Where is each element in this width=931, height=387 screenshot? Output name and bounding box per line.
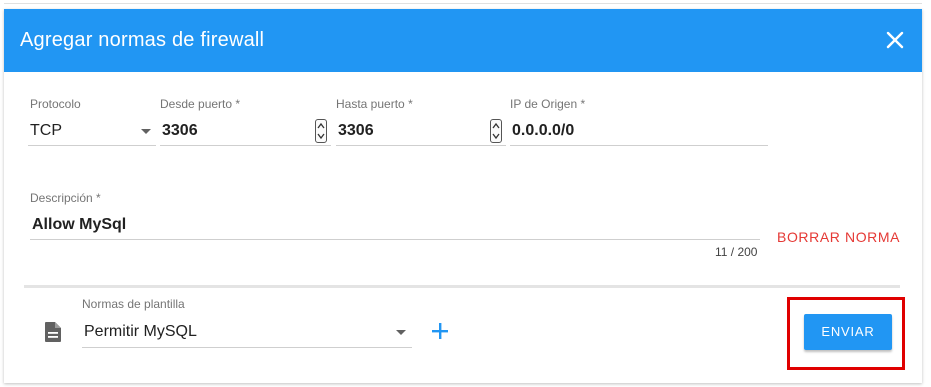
protocol-select[interactable]: Protocolo TCP <box>28 97 156 147</box>
from-port-value: 3306 <box>162 122 198 139</box>
chevron-up-icon <box>492 122 500 129</box>
chevron-down-icon <box>492 133 500 140</box>
protocol-value: TCP <box>30 122 62 139</box>
from-port-field[interactable]: Desde puerto * 3306 <box>160 97 331 147</box>
submit-button[interactable]: ENVIAR <box>804 314 892 350</box>
template-rules-select[interactable]: Normas de plantilla Permitir MySQL <box>82 297 412 349</box>
source-ip-field[interactable]: IP de Origen * 0.0.0.0/0 <box>510 97 768 147</box>
description-underline <box>30 239 760 240</box>
top-edge <box>4 0 922 4</box>
protocol-label: Protocolo <box>30 97 81 111</box>
chevron-up-icon <box>317 122 325 129</box>
protocol-underline <box>28 145 156 146</box>
chevron-down-icon[interactable] <box>141 129 151 134</box>
from-port-underline <box>160 145 331 146</box>
template-rules-label: Normas de plantilla <box>82 297 185 311</box>
delete-rule-button[interactable]: BORRAR NORMA <box>777 229 900 245</box>
plus-icon[interactable] <box>431 322 449 345</box>
to-port-label: Hasta puerto * <box>336 97 413 111</box>
section-divider <box>24 285 900 288</box>
template-rules-underline <box>82 347 412 348</box>
to-port-underline <box>336 145 506 146</box>
from-port-label: Desde puerto * <box>160 97 241 111</box>
description-field[interactable]: Descripción * Allow MySql <box>30 191 760 241</box>
to-port-field[interactable]: Hasta puerto * 3306 <box>336 97 506 147</box>
chevron-down-icon <box>317 133 325 140</box>
source-ip-value: 0.0.0.0/0 <box>512 122 575 139</box>
description-value: Allow MySql <box>32 216 127 233</box>
to-port-stepper[interactable] <box>490 119 502 143</box>
document-icon <box>44 321 62 348</box>
dialog-header: Agregar normas de firewall <box>4 9 922 72</box>
source-ip-underline <box>510 145 768 146</box>
description-char-counter: 11 / 200 <box>715 245 758 259</box>
chevron-down-icon[interactable] <box>396 330 406 335</box>
close-icon[interactable] <box>884 29 906 51</box>
template-rules-value: Permitir MySQL <box>84 323 197 340</box>
to-port-value: 3306 <box>338 122 374 139</box>
dialog-title: Agregar normas de firewall <box>20 29 265 51</box>
description-label: Descripción * <box>30 191 101 205</box>
source-ip-label: IP de Origen * <box>510 97 586 111</box>
from-port-stepper[interactable] <box>315 119 327 143</box>
